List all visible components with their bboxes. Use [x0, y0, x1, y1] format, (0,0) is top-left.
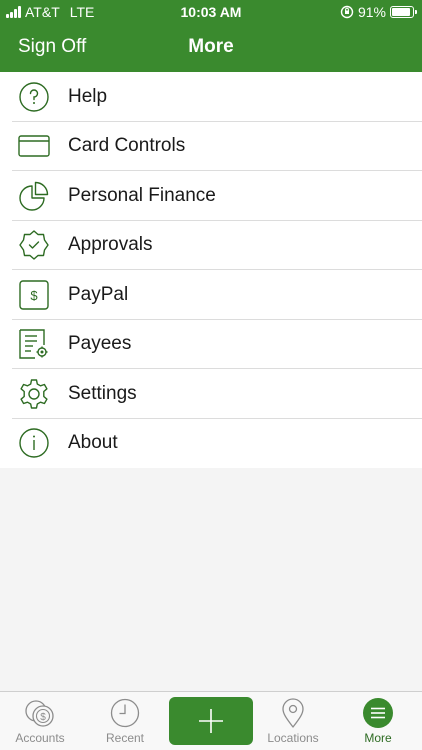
battery-percent: 91% — [357, 4, 386, 20]
battery-icon — [390, 6, 417, 18]
more-menu-list: Help Card Controls Personal Finance Appr… — [0, 72, 422, 468]
battery-fill — [392, 8, 411, 16]
tab-label: Accounts — [15, 731, 65, 745]
info-circle-icon — [0, 426, 68, 460]
dollar-card-icon: $ — [0, 278, 68, 312]
credit-card-icon — [0, 129, 68, 163]
clock-icon — [110, 698, 140, 728]
menu-item-label: Settings — [68, 382, 137, 404]
menu-item-paypal[interactable]: $ PayPal — [0, 270, 422, 320]
menu-item-approvals[interactable]: Approvals — [0, 221, 422, 271]
tab-label: Locations — [267, 731, 319, 745]
menu-item-help[interactable]: Help — [0, 72, 422, 122]
menu-icon — [363, 698, 393, 728]
menu-item-personal-finance[interactable]: Personal Finance — [0, 171, 422, 221]
menu-item-label: Card Controls — [68, 135, 186, 157]
menu-item-label: Help — [68, 85, 108, 107]
tab-more[interactable]: More — [353, 692, 403, 750]
status-bar: AT&T LTE 10:03 AM 91% — [0, 0, 422, 24]
tab-accounts[interactable]: $ Accounts — [8, 692, 72, 750]
tab-recent[interactable]: Recent — [95, 692, 155, 750]
tab-label: More — [364, 731, 392, 745]
gear-icon — [0, 377, 68, 411]
menu-item-payees[interactable]: Payees — [0, 320, 422, 370]
header-bar: AT&T LTE 10:03 AM 91% Sign Off More — [0, 0, 422, 72]
menu-item-label: PayPal — [68, 283, 129, 305]
svg-text:$: $ — [40, 712, 46, 723]
menu-item-label: About — [68, 432, 118, 454]
menu-item-label: Approvals — [68, 234, 153, 256]
menu-item-about[interactable]: About — [0, 419, 422, 469]
help-circle-icon — [0, 80, 68, 114]
bottom-tab-bar: $ Accounts Recent Locations More — [0, 691, 422, 750]
svg-text:$: $ — [30, 288, 38, 303]
tab-label: Recent — [105, 731, 145, 745]
plus-icon — [199, 709, 223, 733]
add-button[interactable] — [169, 697, 253, 745]
pie-chart-icon — [0, 179, 68, 213]
status-right: 91% — [340, 4, 417, 20]
menu-item-card-controls[interactable]: Card Controls — [0, 122, 422, 172]
rotation-lock-icon — [340, 5, 354, 19]
approval-badge-icon — [0, 228, 68, 262]
payee-document-icon — [0, 327, 68, 361]
menu-item-label: Personal Finance — [68, 184, 216, 206]
menu-item-settings[interactable]: Settings — [0, 369, 422, 419]
sign-off-button[interactable]: Sign Off — [18, 36, 86, 58]
location-pin-icon — [282, 698, 304, 728]
accounts-coins-icon: $ — [25, 700, 54, 727]
menu-item-label: Payees — [68, 333, 132, 355]
tab-locations[interactable]: Locations — [262, 692, 324, 750]
